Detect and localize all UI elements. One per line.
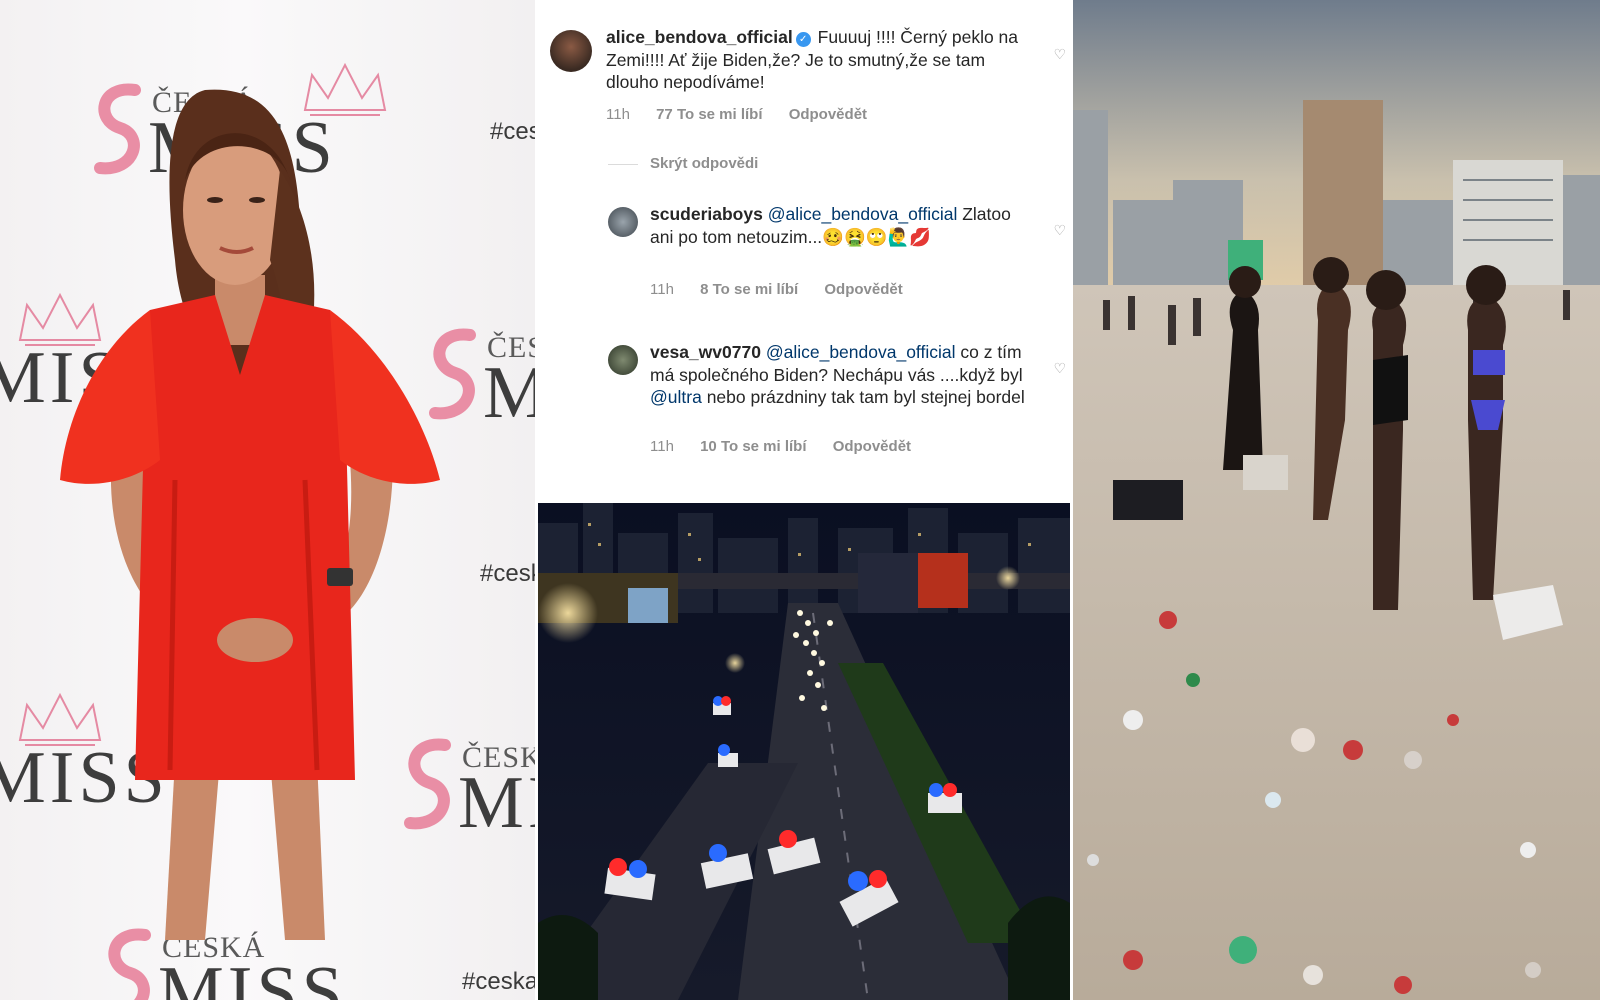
comment-username[interactable]: scuderiaboys bbox=[650, 204, 763, 224]
likes-count[interactable]: 77 To se mi líbí bbox=[656, 106, 762, 123]
avatar[interactable] bbox=[608, 207, 638, 237]
likes-count[interactable]: 8 To se mi líbí bbox=[700, 281, 798, 298]
comment-mention[interactable]: @alice_bendova_official bbox=[768, 204, 958, 224]
instagram-comments: alice_bendova_official ✓ Fuuuuj !!!! Čern… bbox=[538, 0, 1070, 500]
comment-3-meta: 11h 10 To se mi líbí Odpovědět bbox=[650, 438, 933, 455]
logo-big-word: MISS bbox=[483, 352, 535, 434]
verified-badge-icon: ✓ bbox=[795, 32, 811, 47]
comment-3-text: vesa_wv0770 @alice_bendova_official co z… bbox=[650, 341, 1040, 409]
avatar[interactable] bbox=[550, 30, 592, 72]
night-city-scene bbox=[538, 503, 1070, 1000]
like-heart-icon[interactable]: ♡ bbox=[1053, 222, 1066, 239]
wall-hashtag: #ceska bbox=[480, 560, 535, 587]
comment-time: 11h bbox=[650, 281, 674, 298]
comment-2-meta: 11h 8 To se mi líbí Odpovědět bbox=[650, 281, 925, 298]
like-heart-icon[interactable]: ♡ bbox=[1053, 360, 1066, 377]
woman-in-red-dress bbox=[60, 89, 440, 940]
night-traffic-photo bbox=[538, 503, 1070, 1000]
comment-username[interactable]: alice_bendova_official bbox=[606, 27, 793, 47]
comment-time: 11h bbox=[650, 438, 674, 455]
hide-replies-button[interactable]: Skrýt odpovědi bbox=[650, 155, 758, 172]
comment-1-text: alice_bendova_official ✓ Fuuuuj !!!! Čern… bbox=[606, 26, 1031, 94]
reply-button[interactable]: Odpovědět bbox=[824, 281, 902, 298]
like-heart-icon[interactable]: ♡ bbox=[1053, 46, 1066, 63]
press-wall-photo: ČESKÁ MISS #ceska MISS ČESKÁ MISS #ceska… bbox=[0, 0, 535, 1000]
comment-username[interactable]: vesa_wv0770 bbox=[650, 342, 761, 362]
hide-replies-line bbox=[608, 164, 638, 165]
wall-hashtag: #ceska bbox=[490, 118, 535, 145]
likes-count[interactable]: 10 To se mi líbí bbox=[700, 438, 806, 455]
comment-mention[interactable]: @alice_bendova_official bbox=[766, 342, 956, 362]
beach-scene bbox=[1073, 0, 1600, 1000]
littered-beach-photo bbox=[1073, 0, 1600, 1000]
comment-body-end: nebo prázdniny tak tam byl stejnej borde… bbox=[706, 387, 1025, 407]
avatar[interactable] bbox=[608, 345, 638, 375]
reply-button[interactable]: Odpovědět bbox=[789, 106, 867, 123]
reply-button[interactable]: Odpovědět bbox=[833, 438, 911, 455]
comment-1-meta: 11h 77 To se mi líbí Odpovědět bbox=[606, 106, 889, 123]
comment-2-text: scuderiaboys @alice_bendova_official Zla… bbox=[650, 203, 1035, 248]
comment-mention-ultra[interactable]: @ultra bbox=[650, 387, 702, 407]
comment-time: 11h bbox=[606, 106, 630, 123]
